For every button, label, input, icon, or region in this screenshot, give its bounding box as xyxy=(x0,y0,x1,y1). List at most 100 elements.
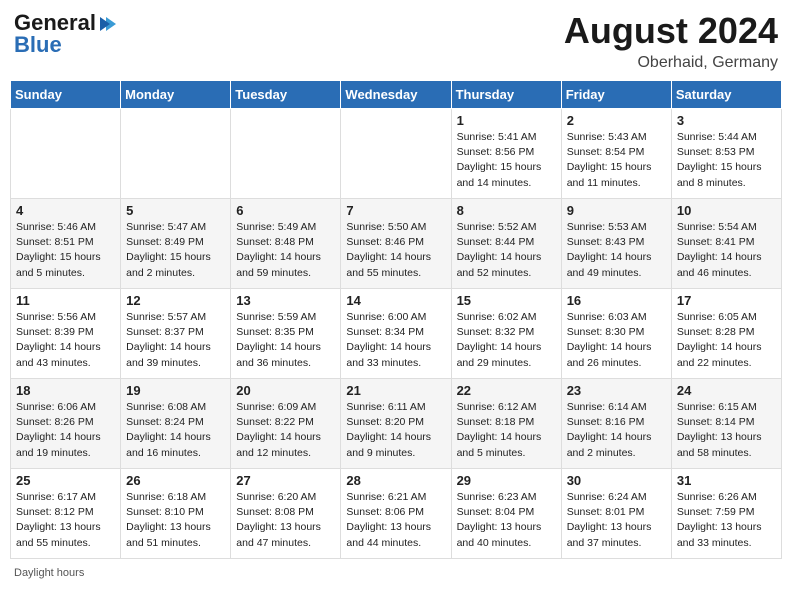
footer: Daylight hours xyxy=(10,567,782,579)
day-number: 15 xyxy=(457,293,556,308)
logo-arrow-icon xyxy=(98,13,120,35)
day-number: 23 xyxy=(567,383,666,398)
calendar-table: SundayMondayTuesdayWednesdayThursdayFrid… xyxy=(10,80,782,559)
day-info: Sunrise: 5:41 AM Sunset: 8:56 PM Dayligh… xyxy=(457,130,556,191)
calendar-header-row: SundayMondayTuesdayWednesdayThursdayFrid… xyxy=(11,81,782,109)
day-info: Sunrise: 6:17 AM Sunset: 8:12 PM Dayligh… xyxy=(16,490,115,551)
day-number: 13 xyxy=(236,293,335,308)
calendar-cell: 6 Sunrise: 5:49 AM Sunset: 8:48 PM Daylig… xyxy=(231,199,341,289)
calendar-cell: 1 Sunrise: 5:41 AM Sunset: 8:56 PM Daylig… xyxy=(451,109,561,199)
day-info: Sunrise: 5:54 AM Sunset: 8:41 PM Dayligh… xyxy=(677,220,776,281)
day-info: Sunrise: 6:02 AM Sunset: 8:32 PM Dayligh… xyxy=(457,310,556,371)
day-number: 10 xyxy=(677,203,776,218)
day-info: Sunrise: 5:53 AM Sunset: 8:43 PM Dayligh… xyxy=(567,220,666,281)
column-header-sunday: Sunday xyxy=(11,81,121,109)
calendar-cell: 20 Sunrise: 6:09 AM Sunset: 8:22 PM Dayli… xyxy=(231,379,341,469)
calendar-cell: 19Sunrise: 6:08 AM Sunset: 8:24 PM Dayli… xyxy=(121,379,231,469)
day-number: 25 xyxy=(16,473,115,488)
day-info: Sunrise: 5:44 AM Sunset: 8:53 PM Dayligh… xyxy=(677,130,776,191)
calendar-cell xyxy=(121,109,231,199)
day-number: 31 xyxy=(677,473,776,488)
day-info: Sunrise: 6:03 AM Sunset: 8:30 PM Dayligh… xyxy=(567,310,666,371)
calendar-cell: 15 Sunrise: 6:02 AM Sunset: 8:32 PM Dayli… xyxy=(451,289,561,379)
column-header-saturday: Saturday xyxy=(671,81,781,109)
day-info: Sunrise: 6:21 AM Sunset: 8:06 PM Dayligh… xyxy=(346,490,445,551)
logo-text-blue: Blue xyxy=(14,32,62,58)
day-info: Sunrise: 6:23 AM Sunset: 8:04 PM Dayligh… xyxy=(457,490,556,551)
day-number: 20 xyxy=(236,383,335,398)
day-number: 1 xyxy=(457,113,556,128)
calendar-cell: 18Sunrise: 6:06 AM Sunset: 8:26 PM Dayli… xyxy=(11,379,121,469)
calendar-cell: 29 Sunrise: 6:23 AM Sunset: 8:04 PM Dayli… xyxy=(451,469,561,559)
day-info: Sunrise: 6:15 AM Sunset: 8:14 PM Dayligh… xyxy=(677,400,776,461)
day-number: 2 xyxy=(567,113,666,128)
calendar-cell: 11 Sunrise: 5:56 AM Sunset: 8:39 PM Dayli… xyxy=(11,289,121,379)
calendar-cell xyxy=(231,109,341,199)
day-number: 4 xyxy=(16,203,115,218)
day-number: 22 xyxy=(457,383,556,398)
day-info: Sunrise: 6:24 AM Sunset: 8:01 PM Dayligh… xyxy=(567,490,666,551)
day-number: 17 xyxy=(677,293,776,308)
day-number: 3 xyxy=(677,113,776,128)
calendar-cell: 23 Sunrise: 6:14 AM Sunset: 8:16 PM Dayli… xyxy=(561,379,671,469)
calendar-cell: 12Sunrise: 5:57 AM Sunset: 8:37 PM Dayli… xyxy=(121,289,231,379)
calendar-cell: 3 Sunrise: 5:44 AM Sunset: 8:53 PM Daylig… xyxy=(671,109,781,199)
calendar-cell: 25 Sunrise: 6:17 AM Sunset: 8:12 PM Dayli… xyxy=(11,469,121,559)
day-number: 19 xyxy=(126,383,225,398)
day-info: Sunrise: 5:46 AM Sunset: 8:51 PM Dayligh… xyxy=(16,220,115,281)
calendar-cell: 31 Sunrise: 6:26 AM Sunset: 7:59 PM Dayli… xyxy=(671,469,781,559)
title-block: August 2024 Oberhaid, Germany xyxy=(564,10,778,72)
calendar-cell: 13 Sunrise: 5:59 AM Sunset: 8:35 PM Dayli… xyxy=(231,289,341,379)
day-number: 7 xyxy=(346,203,445,218)
day-info: Sunrise: 6:14 AM Sunset: 8:16 PM Dayligh… xyxy=(567,400,666,461)
calendar-cell xyxy=(341,109,451,199)
calendar-cell: 27Sunrise: 6:20 AM Sunset: 8:08 PM Dayli… xyxy=(231,469,341,559)
column-header-monday: Monday xyxy=(121,81,231,109)
calendar-week-row: 11 Sunrise: 5:56 AM Sunset: 8:39 PM Dayli… xyxy=(11,289,782,379)
day-number: 14 xyxy=(346,293,445,308)
calendar-cell: 17 Sunrise: 6:05 AM Sunset: 8:28 PM Dayli… xyxy=(671,289,781,379)
calendar-cell: 24Sunrise: 6:15 AM Sunset: 8:14 PM Dayli… xyxy=(671,379,781,469)
day-number: 6 xyxy=(236,203,335,218)
calendar-cell: 5Sunrise: 5:47 AM Sunset: 8:49 PM Daylig… xyxy=(121,199,231,289)
day-number: 11 xyxy=(16,293,115,308)
calendar-cell: 16 Sunrise: 6:03 AM Sunset: 8:30 PM Dayli… xyxy=(561,289,671,379)
calendar-cell: 30 Sunrise: 6:24 AM Sunset: 8:01 PM Dayli… xyxy=(561,469,671,559)
day-number: 9 xyxy=(567,203,666,218)
location-title: Oberhaid, Germany xyxy=(564,54,778,72)
day-number: 8 xyxy=(457,203,556,218)
month-title: August 2024 xyxy=(564,10,778,52)
calendar-week-row: 18Sunrise: 6:06 AM Sunset: 8:26 PM Dayli… xyxy=(11,379,782,469)
calendar-cell: 7Sunrise: 5:50 AM Sunset: 8:46 PM Daylig… xyxy=(341,199,451,289)
column-header-tuesday: Tuesday xyxy=(231,81,341,109)
day-info: Sunrise: 5:59 AM Sunset: 8:35 PM Dayligh… xyxy=(236,310,335,371)
calendar-cell: 21Sunrise: 6:11 AM Sunset: 8:20 PM Dayli… xyxy=(341,379,451,469)
day-number: 26 xyxy=(126,473,225,488)
day-info: Sunrise: 6:05 AM Sunset: 8:28 PM Dayligh… xyxy=(677,310,776,371)
page-header: General Blue August 2024 Oberhaid, Germa… xyxy=(10,10,782,72)
logo: General Blue xyxy=(14,10,120,58)
day-number: 28 xyxy=(346,473,445,488)
calendar-cell xyxy=(11,109,121,199)
day-number: 30 xyxy=(567,473,666,488)
day-info: Sunrise: 6:20 AM Sunset: 8:08 PM Dayligh… xyxy=(236,490,335,551)
day-info: Sunrise: 6:11 AM Sunset: 8:20 PM Dayligh… xyxy=(346,400,445,461)
day-info: Sunrise: 6:26 AM Sunset: 7:59 PM Dayligh… xyxy=(677,490,776,551)
calendar-cell: 9 Sunrise: 5:53 AM Sunset: 8:43 PM Daylig… xyxy=(561,199,671,289)
day-number: 18 xyxy=(16,383,115,398)
calendar-week-row: 1 Sunrise: 5:41 AM Sunset: 8:56 PM Daylig… xyxy=(11,109,782,199)
day-info: Sunrise: 5:43 AM Sunset: 8:54 PM Dayligh… xyxy=(567,130,666,191)
day-number: 29 xyxy=(457,473,556,488)
column-header-friday: Friday xyxy=(561,81,671,109)
calendar-cell: 10 Sunrise: 5:54 AM Sunset: 8:41 PM Dayli… xyxy=(671,199,781,289)
day-info: Sunrise: 5:57 AM Sunset: 8:37 PM Dayligh… xyxy=(126,310,225,371)
day-info: Sunrise: 6:09 AM Sunset: 8:22 PM Dayligh… xyxy=(236,400,335,461)
calendar-cell: 4 Sunrise: 5:46 AM Sunset: 8:51 PM Daylig… xyxy=(11,199,121,289)
day-info: Sunrise: 5:56 AM Sunset: 8:39 PM Dayligh… xyxy=(16,310,115,371)
day-info: Sunrise: 5:49 AM Sunset: 8:48 PM Dayligh… xyxy=(236,220,335,281)
day-info: Sunrise: 6:00 AM Sunset: 8:34 PM Dayligh… xyxy=(346,310,445,371)
calendar-week-row: 25 Sunrise: 6:17 AM Sunset: 8:12 PM Dayli… xyxy=(11,469,782,559)
calendar-cell: 22 Sunrise: 6:12 AM Sunset: 8:18 PM Dayli… xyxy=(451,379,561,469)
day-number: 16 xyxy=(567,293,666,308)
day-info: Sunrise: 6:12 AM Sunset: 8:18 PM Dayligh… xyxy=(457,400,556,461)
